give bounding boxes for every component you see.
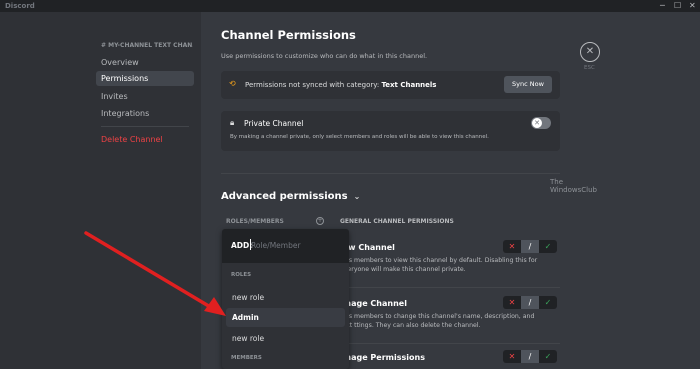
roles-section-header: ROLES (231, 272, 252, 278)
private-channel-card: 🔒︎ Private Channel By making a channel p… (221, 111, 560, 151)
sidebar-item-permissions[interactable]: Permissions (96, 71, 194, 86)
sidebar-divider (101, 126, 189, 127)
private-channel-description: By making a channel private, only select… (230, 134, 489, 140)
inherit-button[interactable]: / (521, 296, 539, 309)
close-window-button[interactable]: ✕ (689, 1, 696, 10)
sidebar-item-delete-channel[interactable]: Delete Channel (96, 132, 194, 147)
sync-notice: ⟲ Permissions not synced with category: … (221, 71, 560, 99)
maximize-button[interactable]: ☐ (674, 1, 681, 10)
permission-toggle-group: ✕ / ✓ (503, 296, 557, 309)
deny-button[interactable]: ✕ (503, 240, 521, 253)
permission-toggle-group: ✕ / ✓ (503, 350, 557, 363)
sidebar-item-integrations[interactable]: Integrations (96, 106, 194, 121)
permission-name: anage Channel (340, 299, 407, 308)
permission-divider (340, 287, 560, 288)
sidebar-item-invites[interactable]: Invites (96, 89, 194, 104)
add-role-placeholder: Role/Member (251, 241, 301, 250)
members-section-header: MEMBERS (231, 355, 262, 361)
general-permissions-header: GENERAL CHANNEL PERMISSIONS (340, 218, 454, 225)
chevron-down-icon: ⌄ (353, 192, 361, 201)
permission-divider (340, 343, 560, 344)
dropdown-role-item[interactable]: new role (226, 288, 345, 307)
page-subtitle: Use permissions to customize who can do … (221, 52, 428, 60)
inherit-button[interactable]: / (521, 240, 539, 253)
inherit-button[interactable]: / (521, 350, 539, 363)
section-divider (221, 173, 560, 174)
permission-name: anage Permissions (340, 353, 425, 362)
close-settings-button[interactable]: ✕ (580, 42, 600, 62)
permission-description: ows members to view this channel by defa… (340, 257, 538, 273)
dropdown-role-item[interactable]: new role (226, 329, 345, 348)
dropdown-role-item-admin[interactable]: Admin (226, 308, 345, 327)
minimize-button[interactable]: ─ (660, 1, 665, 10)
watermark-logo: The WindowsClub (550, 178, 597, 194)
sync-category-name: Text Channels (381, 81, 437, 89)
sync-now-button[interactable]: Sync Now (504, 76, 552, 93)
sync-warning-icon: ⟲ (229, 79, 236, 88)
permission-description: ows members to change this channel's nam… (340, 313, 535, 329)
esc-label: ESC (584, 65, 595, 71)
discord-window: Discord ─ ☐ ✕ # MY-CHANNEL TEXT CHAN... … (0, 0, 700, 369)
app-name: Discord (5, 2, 35, 10)
add-role-icon[interactable]: + (316, 217, 324, 225)
sidebar-item-overview[interactable]: Overview (96, 55, 194, 70)
page-title: Channel Permissions (221, 28, 356, 42)
allow-button[interactable]: ✓ (539, 296, 557, 309)
title-bar: Discord ─ ☐ ✕ (0, 0, 700, 12)
private-channel-toggle[interactable]: ✕ (531, 117, 551, 129)
sidebar-channel-header: # MY-CHANNEL TEXT CHAN... (101, 42, 193, 49)
close-icon: ✕ (585, 46, 595, 57)
lock-icon: 🔒︎ (230, 118, 235, 127)
permission-toggle-group: ✕ / ✓ (503, 240, 557, 253)
advanced-permissions-header[interactable]: Advanced permissions ⌄ (221, 191, 360, 202)
allow-button[interactable]: ✓ (539, 240, 557, 253)
add-role-dropdown: ADD: Role/Member ROLES new role Admin ne… (222, 229, 349, 369)
add-role-input[interactable]: ADD: Role/Member (222, 229, 349, 263)
deny-button[interactable]: ✕ (503, 350, 521, 363)
toggle-off-icon: ✕ (532, 118, 542, 128)
private-channel-title: Private Channel (244, 119, 304, 128)
allow-button[interactable]: ✓ (539, 350, 557, 363)
roles-members-header: ROLES/MEMBERS (226, 218, 284, 225)
sync-notice-text: Permissions not synced with category: Te… (245, 81, 437, 89)
deny-button[interactable]: ✕ (503, 296, 521, 309)
